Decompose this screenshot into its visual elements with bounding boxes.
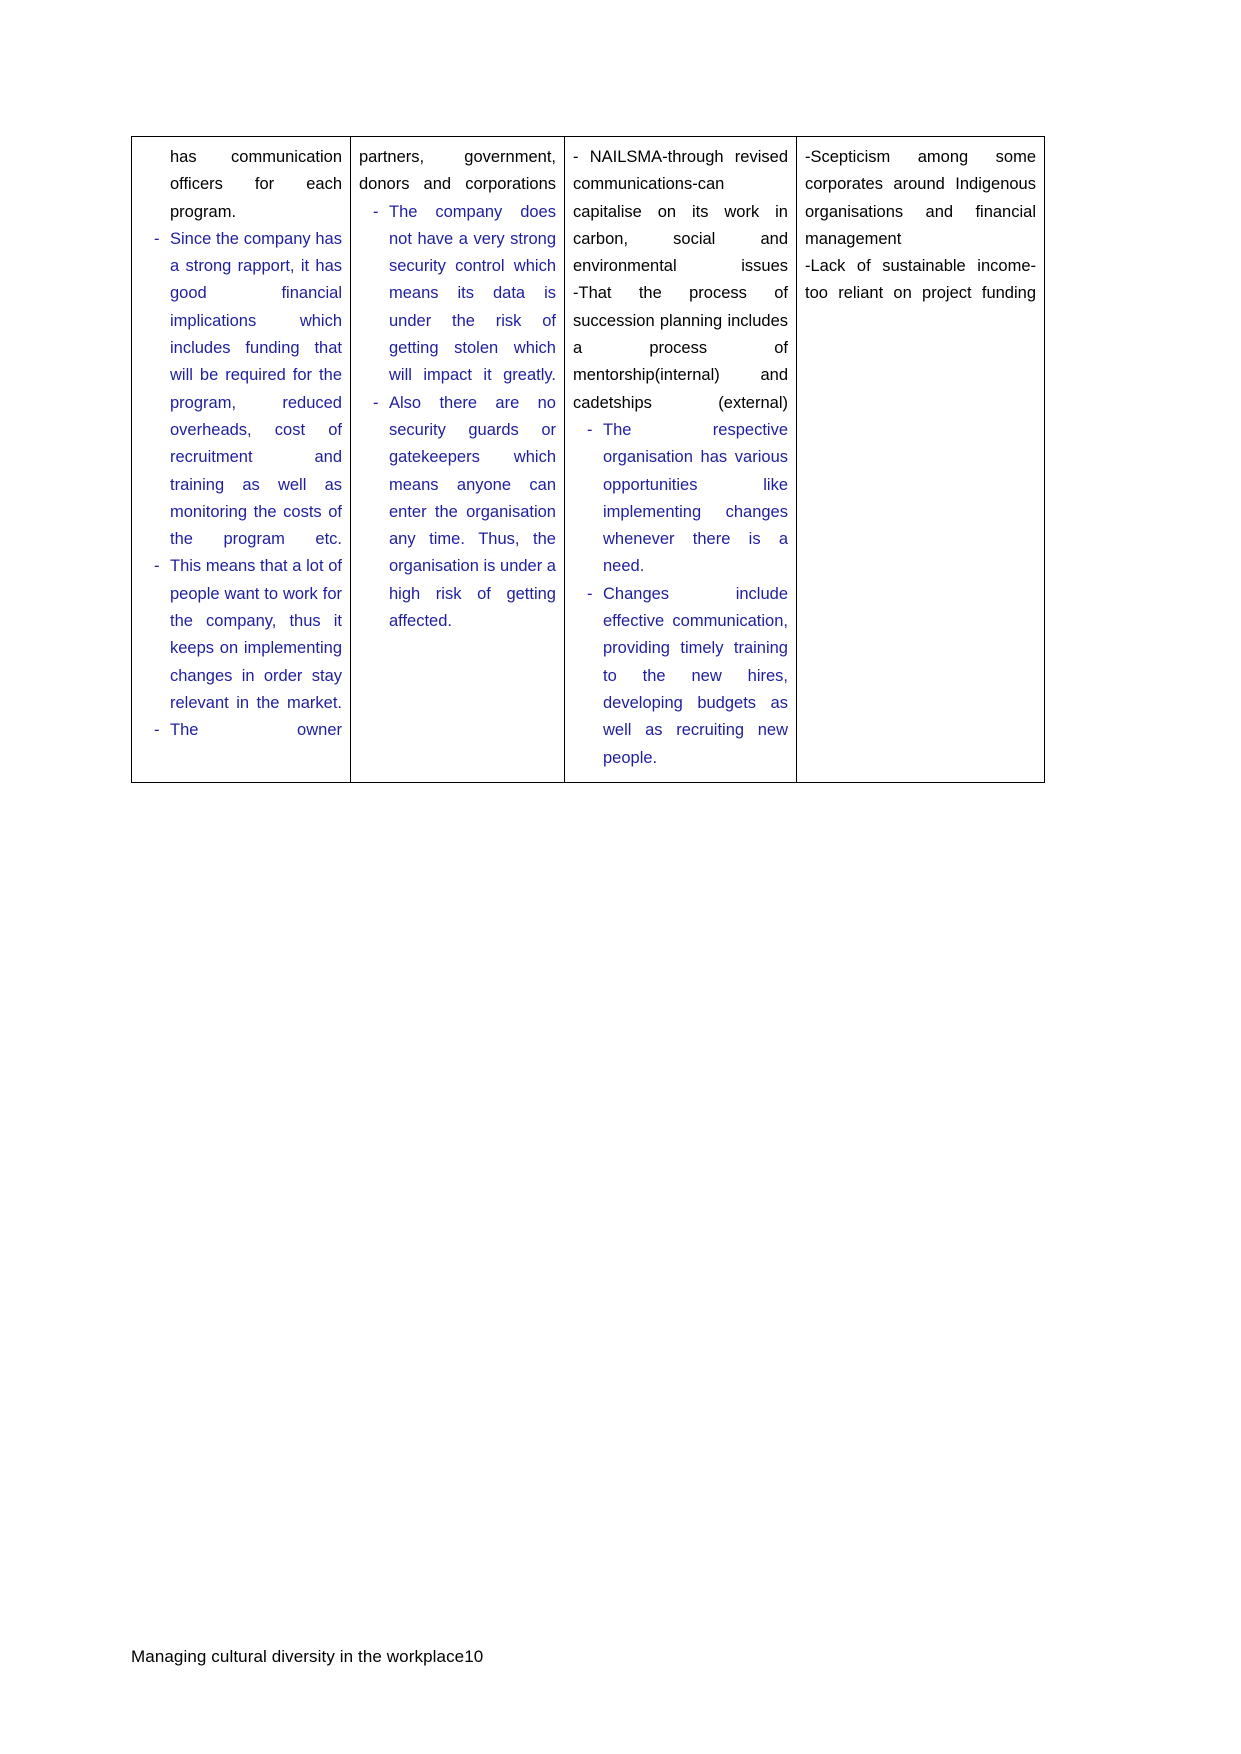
bullet-text: Since the company has a strong rapport, …	[170, 229, 342, 549]
swot-analysis-table: has communication officers for each prog…	[131, 136, 1045, 783]
page-footer: Managing cultural diversity in the workp…	[131, 1647, 484, 1666]
bullet-item-c2-b2: - The company does not have a very stron…	[359, 199, 556, 390]
bullet-text: The respective organisation has various …	[603, 420, 788, 576]
table-row: has communication officers for each prog…	[131, 136, 1045, 783]
paragraph-c3-b2: -That the process of succession planning…	[573, 284, 788, 412]
bullet-dash-marker: -	[587, 584, 593, 603]
table-cell-column-2: partners, government, donors and corpora…	[350, 136, 565, 783]
paragraph-c1-b1: has communication officers for each prog…	[170, 148, 342, 221]
bullet-dash-marker: -	[154, 229, 160, 248]
bullet-dash-marker: -	[154, 721, 160, 740]
bullet-item-c1-b2: - Since the company has a strong rapport…	[140, 226, 342, 554]
bullet-item-c2-b3: - Also there are no security guards or g…	[359, 390, 556, 636]
paragraph-c4-b1: -Scepticism among some corporates around…	[805, 148, 1036, 248]
table-cell-column-4: -Scepticism among some corporates around…	[796, 136, 1045, 783]
bullet-dash-marker: -	[154, 557, 160, 576]
bullet-dash-marker: -	[373, 393, 379, 412]
paragraph-c2-b1: partners, government, donors and corpora…	[359, 148, 556, 194]
bullet-item-c1-b3: - This means that a lot of people want t…	[140, 553, 342, 717]
table-cell-column-3: - NAILSMA-through revised communications…	[564, 136, 797, 783]
bullet-text: Also there are no security guards or gat…	[389, 393, 556, 631]
table-body: has communication officers for each prog…	[131, 136, 1045, 783]
bullet-item-c1-b4: - The owner	[140, 717, 342, 744]
table-cell-column-1: has communication officers for each prog…	[131, 136, 351, 783]
paragraph-c3-b1: - NAILSMA-through revised communications…	[573, 148, 788, 276]
bullet-dash-marker: -	[587, 420, 593, 439]
bullet-item-c3-b4: - Changes include effective communicatio…	[573, 581, 788, 772]
paragraph-c4-b2: -Lack of sustainable income-too reliant …	[805, 257, 1036, 303]
bullet-item-c3-b3: - The respective organisation has variou…	[573, 417, 788, 581]
bullet-text: Changes include effective communication,…	[603, 584, 788, 767]
bullet-text: This means that a lot of people want to …	[170, 557, 342, 712]
document-page: has communication officers for each prog…	[0, 0, 1241, 1754]
bullet-dash-marker: -	[373, 202, 379, 221]
bullet-text: The owner	[170, 721, 342, 740]
bullet-text: The company does not have a very strong …	[389, 202, 556, 385]
